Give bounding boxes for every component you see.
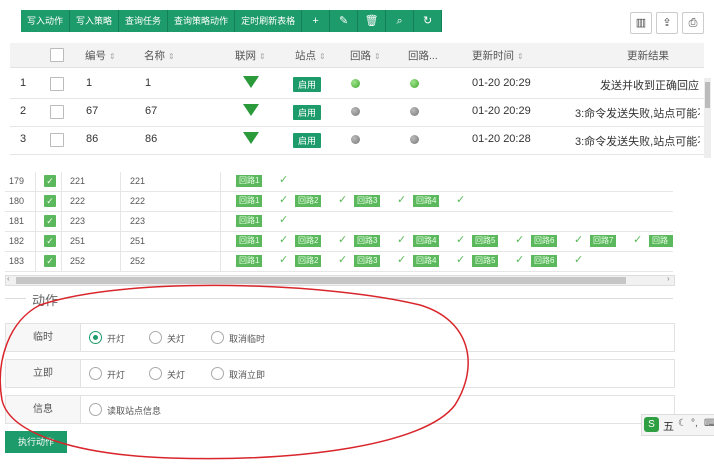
annotation-ellipse (0, 284, 469, 460)
